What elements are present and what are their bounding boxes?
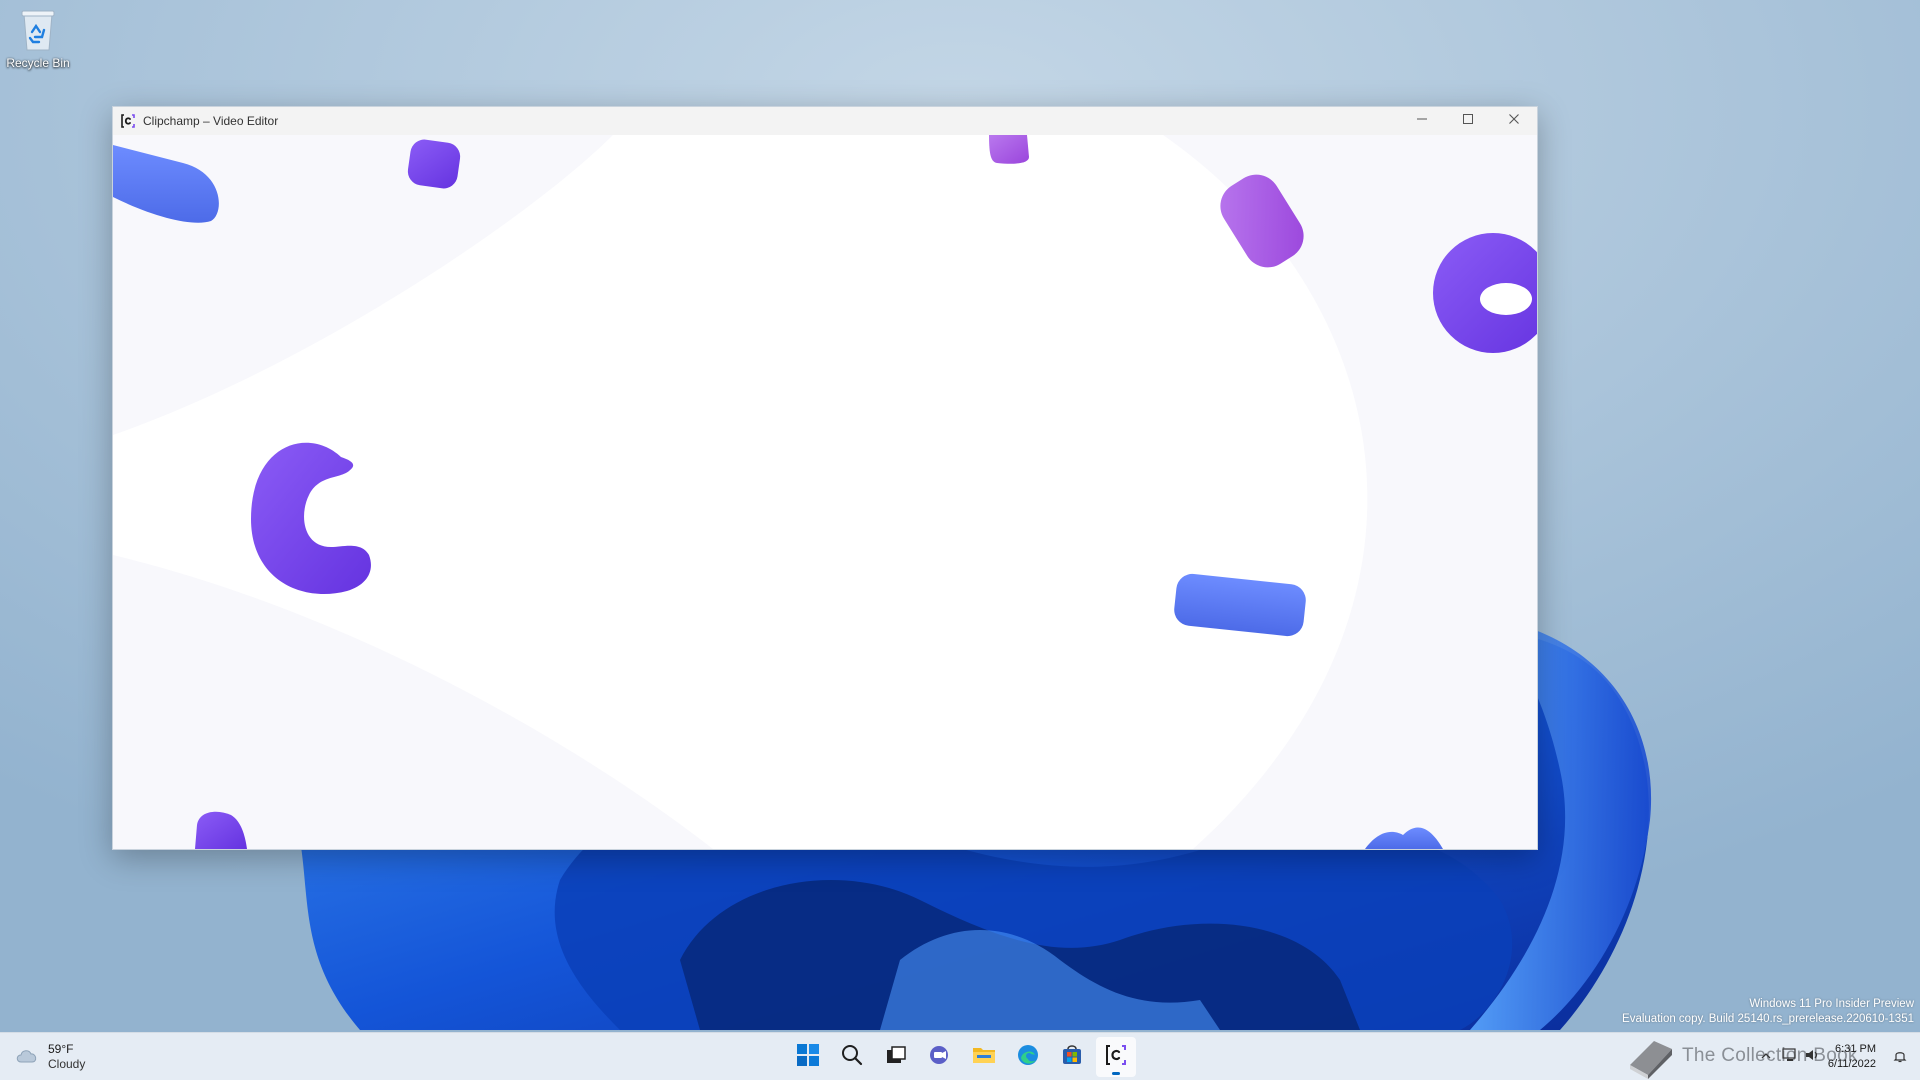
maximize-button[interactable]	[1445, 107, 1491, 135]
taskbar: 59°F Cloudy The Collection Book 6:31 PM …	[0, 1032, 1920, 1080]
taskbar-pinned-apps	[788, 1037, 1140, 1077]
teams-chat-icon	[928, 1044, 952, 1071]
watermark-line-2: Evaluation copy. Build 25140.rs_prerelea…	[1622, 1013, 1914, 1025]
watermark-line-1: Windows 11 Pro Insider Preview	[1749, 998, 1914, 1010]
taskbar-clipchamp-button[interactable]	[1096, 1037, 1136, 1077]
clipchamp-icon	[1105, 1044, 1127, 1071]
close-icon	[1508, 112, 1520, 130]
taskbar-clock[interactable]: 6:31 PM 6/11/2022	[1828, 1042, 1876, 1072]
network-icon[interactable]	[1782, 1047, 1798, 1068]
weather-condition: Cloudy	[48, 1057, 86, 1071]
taskbar-search-button[interactable]	[832, 1037, 872, 1077]
taskbar-chat-button[interactable]	[920, 1037, 960, 1077]
clipchamp-window[interactable]: Clipchamp – Video Editor	[112, 106, 1538, 850]
windows-watermark: Windows 11 Pro Insider Preview Evaluatio…	[1622, 997, 1914, 1027]
windows-start-icon	[797, 1043, 819, 1071]
minimize-button[interactable]	[1399, 107, 1445, 135]
edge-icon	[1017, 1044, 1039, 1071]
taskbar-task-view-button[interactable]	[876, 1037, 916, 1077]
splash-screen	[113, 135, 1537, 849]
desktop-icon-recycle-bin[interactable]: Recycle Bin	[6, 8, 70, 70]
system-tray: The Collection Book 6:31 PM 6/11/2022	[1630, 1033, 1920, 1080]
cloudy-weather-icon	[14, 1045, 40, 1070]
taskbar-file-explorer-button[interactable]	[964, 1037, 1004, 1077]
folder-icon	[972, 1045, 996, 1070]
volume-icon[interactable]	[1804, 1047, 1820, 1068]
book-watermark-icon	[1626, 1035, 1676, 1080]
task-view-icon	[885, 1044, 907, 1071]
clock-time: 6:31 PM	[1835, 1043, 1876, 1055]
weather-widget[interactable]: 59°F Cloudy	[14, 1041, 85, 1073]
taskbar-edge-button[interactable]	[1008, 1037, 1048, 1077]
window-controls	[1399, 107, 1537, 135]
clipchamp-icon	[120, 113, 136, 129]
chevron-up-icon[interactable]	[1760, 1049, 1772, 1067]
window-title: Clipchamp – Video Editor	[143, 114, 279, 128]
store-icon	[1061, 1044, 1083, 1071]
close-button[interactable]	[1491, 107, 1537, 135]
minimize-icon	[1416, 112, 1428, 130]
taskbar-store-button[interactable]	[1052, 1037, 1092, 1077]
desktop-icon-label: Recycle Bin	[6, 56, 70, 70]
search-icon	[841, 1044, 863, 1071]
clock-date: 6/11/2022	[1827, 1058, 1876, 1070]
notification-icon[interactable]	[1892, 1048, 1908, 1069]
recycle-bin-icon	[18, 8, 58, 52]
taskbar-start-button[interactable]	[788, 1037, 828, 1077]
splash-artwork	[113, 135, 1537, 849]
maximize-icon	[1462, 112, 1474, 130]
desktop: Recycle Bin Clipchamp – Video Editor Win…	[0, 0, 1920, 1080]
window-titlebar[interactable]: Clipchamp – Video Editor	[113, 107, 1537, 135]
weather-temperature: 59°F	[48, 1042, 74, 1056]
